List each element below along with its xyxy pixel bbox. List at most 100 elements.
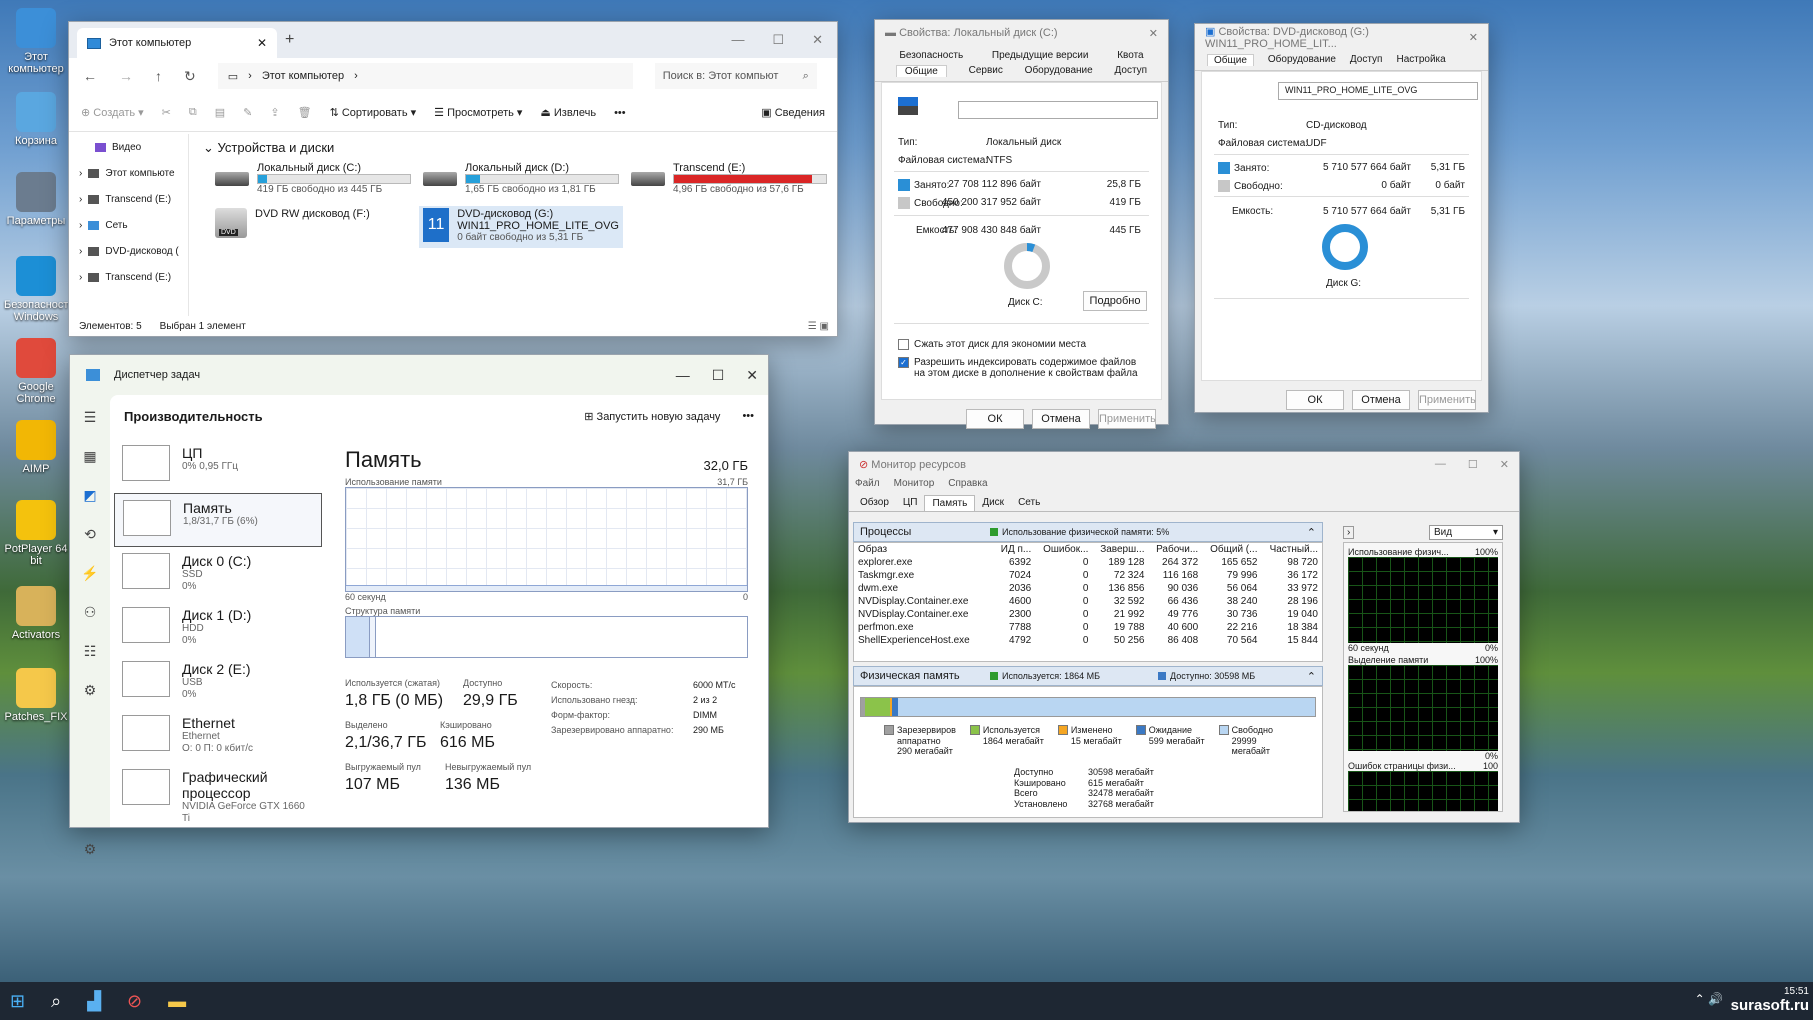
performance-icon[interactable]: ◩ [83,487,96,504]
nav-item[interactable]: › Transcend (E:) [69,186,188,212]
compress-checkbox[interactable]: Сжать этот диск для экономии места [898,339,1086,350]
tab[interactable]: ЦП [896,495,925,511]
table-row[interactable]: NVDisplay.Container.exe 2300 0 21 992 49 776… [854,608,1322,621]
menu-item[interactable]: Файл [855,478,880,489]
details-button[interactable]: ▣ Сведения [761,106,825,119]
tab[interactable]: Сервис [969,65,1003,77]
close-icon[interactable]: ✕ [812,32,823,48]
tray-icons[interactable]: ⌃ 🔊 [1695,992,1723,1006]
minimize-icon[interactable]: — [1435,458,1446,471]
more-icon[interactable]: ••• [614,107,626,119]
address-bar[interactable]: ▭ › Этот компьютер › [217,63,633,89]
maximize-icon[interactable]: ☐ [772,32,784,48]
desktop-icon[interactable]: Безопасность Windows [4,256,74,323]
nav-item[interactable]: › Сеть [69,212,188,238]
cancel-button[interactable]: Отмена [1032,409,1090,429]
perf-item[interactable]: Диск 2 (E:) USB 0% [114,655,322,709]
view-toggle-icons[interactable]: ☰ ▣ [808,321,829,332]
tab[interactable]: Сеть [1011,495,1047,511]
details-button[interactable]: Подробно [1083,291,1147,311]
refresh-icon[interactable]: ↻ [184,68,196,85]
index-checkbox[interactable]: ✓ Разрешить индексировать содержимое файл… [898,357,1148,379]
table-row[interactable]: NVDisplay.Container.exe 4600 0 32 592 66 436… [854,595,1322,608]
tab[interactable]: Доступ [1350,54,1383,66]
more-options-icon[interactable]: ••• [742,410,754,423]
minimize-icon[interactable]: — [676,367,690,384]
apply-button[interactable]: Применить [1418,390,1476,410]
explorer-taskbar-icon[interactable]: ▬ [168,991,186,1012]
nav-item[interactable]: › Этот компьюте [69,160,188,186]
drive-item[interactable]: Локальный диск (C:) 419 ГБ свободно из 44… [215,162,411,195]
tab[interactable]: Квота [1117,50,1143,61]
desktop-icon[interactable]: Корзина [4,92,68,147]
apply-button[interactable]: Применить [1098,409,1156,429]
column-header[interactable]: Рабочи... [1148,543,1202,556]
view-button[interactable]: ☰ Просмотреть ▾ [434,106,522,119]
resource-monitor-taskbar-icon[interactable]: ⊘ [127,991,142,1012]
tab[interactable]: Обзор [853,495,896,511]
close-tab-icon[interactable]: ✕ [257,36,267,50]
tab[interactable]: Память [924,495,976,511]
settings-icon[interactable]: ⚙ [84,841,97,858]
delete-icon[interactable]: 🗑 [298,106,312,119]
desktop-icon[interactable]: AIMP [4,420,68,475]
drive-label-input[interactable] [958,101,1158,119]
processes-header[interactable]: Процессы Использование физической памяти… [853,522,1323,542]
disc-label-input[interactable]: WIN11_PRO_HOME_LITE_OVG [1278,82,1478,100]
close-icon[interactable]: ✕ [746,367,758,384]
section-header[interactable]: ⌄ Устройства и диски [203,140,334,156]
menu-item[interactable]: Монитор [894,478,935,489]
perf-item[interactable]: Диск 1 (D:) HDD 0% [114,601,322,655]
drive-item[interactable]: Transcend (E:) 4,96 ГБ свободно из 57,6 Г… [631,162,827,195]
history-icon[interactable]: ⟲ [84,526,96,543]
startup-icon[interactable]: ⚡ [81,565,98,582]
ok-button[interactable]: ОК [1286,390,1344,410]
search-icon[interactable]: ⌕ [51,991,61,1012]
desktop-icon[interactable]: Этот компьютер [4,8,68,75]
clock[interactable]: 15:51 [1731,986,1809,997]
tab[interactable]: Настройка [1396,54,1445,66]
start-button[interactable]: ⊞ [10,991,25,1012]
minimize-icon[interactable]: — [731,32,744,48]
table-row[interactable]: explorer.exe 6392 0 189 128 264 372 165 652 98… [854,556,1322,569]
column-header[interactable]: ИД п... [994,543,1035,556]
users-icon[interactable]: ⚇ [84,604,97,621]
close-icon[interactable]: ✕ [1149,27,1158,40]
task-manager-taskbar-icon[interactable]: ▟ [87,991,101,1012]
view-dropdown[interactable]: Вид ▾ [1429,524,1503,540]
close-icon[interactable]: ✕ [1469,31,1478,44]
maximize-icon[interactable]: ☐ [1468,458,1478,471]
nav-item[interactable]: › Transcend (E:) [69,264,188,290]
column-header[interactable]: Общий (... [1202,543,1261,556]
sort-button[interactable]: ⇅ Сортировать ▾ [330,106,417,119]
ok-button[interactable]: ОК [966,409,1024,429]
tab[interactable]: Общие [895,65,947,77]
details-icon[interactable]: ☷ [84,643,97,660]
dvd-rw-drive[interactable]: DVD DVD RW дисковод (F:) [215,208,370,238]
search-box[interactable]: Поиск в: Этот компьют ⌕ [654,63,817,89]
perf-item[interactable]: ЦП 0% 0,95 ГГц [114,439,322,493]
close-icon[interactable]: ✕ [1500,458,1509,471]
processes-icon[interactable]: ▦ [83,448,96,465]
maximize-icon[interactable]: ☐ [712,367,725,384]
paste-icon[interactable]: ▤ [215,106,225,119]
back-icon[interactable]: ← [83,68,97,84]
tab[interactable]: Доступ [1115,65,1148,77]
collapse-graphs-icon[interactable]: › [1343,525,1355,539]
menu-item[interactable]: Справка [948,478,987,489]
explorer-tab[interactable]: Этот компьютер ✕ [77,28,277,58]
desktop-icon[interactable]: Параметры [4,172,68,227]
nav-item[interactable]: Видео [69,134,188,160]
table-row[interactable]: ShellExperienceHost.exe 4792 0 50 256 86 408… [854,634,1322,647]
copy-icon[interactable]: ⧉ [189,106,197,119]
up-icon[interactable]: ↑ [155,68,162,84]
tab[interactable]: Оборудование [1025,65,1093,77]
table-row[interactable]: Taskmgr.exe 7024 0 72 324 116 168 79 996 36 17… [854,569,1322,582]
create-button[interactable]: ⊕ Создать ▾ [81,106,144,119]
physical-memory-header[interactable]: Физическая память Используется: 1864 МБ … [853,666,1323,686]
perf-item[interactable]: Память 1,8/31,7 ГБ (6%) [114,493,322,547]
desktop-icon[interactable]: Activators [4,586,68,641]
column-header[interactable]: Заверш... [1092,543,1148,556]
share-icon[interactable]: ⇪ [270,106,279,119]
new-tab-button[interactable]: + [285,31,294,49]
